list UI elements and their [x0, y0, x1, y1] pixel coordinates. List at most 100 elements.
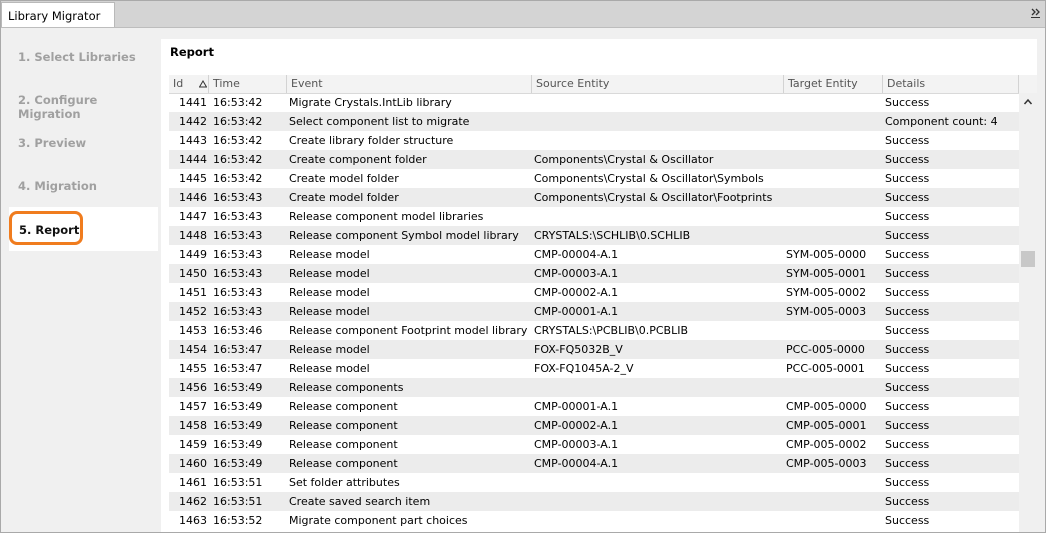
row-source-entity: CRYSTALS:\SCHLIB\0.SCHLIB	[534, 229, 691, 242]
vertical-scrollbar[interactable]	[1019, 93, 1037, 532]
table-row[interactable]: 1453 16:53:46 Release component Footprint …	[169, 321, 1019, 340]
row-target-entity	[786, 131, 882, 150]
row-time: 16:53:42	[213, 134, 263, 147]
row-source-entity: Components\Crystal & Oscillator	[534, 153, 714, 166]
row-id: 1455	[179, 362, 207, 375]
row-target-entity: SYM-005-0001	[786, 267, 867, 280]
row-time: 16:53:49	[213, 438, 263, 451]
row-target-entity: SYM-005-0002	[786, 286, 867, 299]
row-id: 1463	[179, 514, 207, 527]
row-target-entity	[786, 511, 882, 530]
row-source-entity	[534, 473, 782, 492]
row-details: Success	[885, 248, 930, 261]
table-row[interactable]: 1450 16:53:43 Release model CMP-00003-A.1 SY…	[169, 264, 1019, 283]
row-event: Release model	[289, 248, 370, 261]
table-row[interactable]: 1461 16:53:51 Set folder attributes Success	[169, 473, 1019, 492]
step-select-libraries[interactable]: 1. Select Libraries	[10, 39, 158, 75]
row-source-entity: CMP-00004-A.1	[534, 248, 619, 261]
row-details: Success	[885, 153, 930, 166]
row-time: 16:53:43	[213, 286, 263, 299]
row-source-entity: CMP-00001-A.1	[534, 305, 619, 318]
row-time: 16:53:52	[213, 514, 263, 527]
row-event: Create model folder	[289, 191, 399, 204]
table-row[interactable]: 1452 16:53:43 Release model CMP-00001-A.1 SY…	[169, 302, 1019, 321]
row-time: 16:53:49	[213, 381, 263, 394]
row-id: 1460	[179, 457, 207, 470]
row-id: 1459	[179, 438, 207, 451]
row-event: Create model folder	[289, 172, 399, 185]
step-report[interactable]: 5. Report	[9, 211, 83, 245]
column-header-event[interactable]: Event	[287, 75, 532, 93]
row-source-entity: FOX-FQ5032B_V	[534, 343, 623, 356]
row-id: 1444	[179, 153, 207, 166]
row-time: 16:53:43	[213, 191, 263, 204]
row-details: Success	[885, 476, 930, 489]
row-source-entity	[534, 492, 782, 511]
row-source-entity	[534, 131, 782, 150]
row-details: Success	[885, 495, 930, 508]
row-event: Migrate Crystals.IntLib library	[289, 96, 452, 109]
row-details: Success	[885, 381, 930, 394]
column-header-id[interactable]: Id	[169, 75, 209, 93]
row-time: 16:53:43	[213, 229, 263, 242]
row-details: Success	[885, 362, 930, 375]
row-target-entity	[786, 378, 882, 397]
table-row[interactable]: 1455 16:53:47 Release model FOX-FQ1045A-2_V…	[169, 359, 1019, 378]
wizard-steps-sidebar: 1. Select Libraries 2. Configure Migrati…	[2, 29, 158, 531]
double-chevron-right-icon[interactable]	[1031, 7, 1041, 19]
table-row[interactable]: 1441 16:53:42 Migrate Crystals.IntLib libr…	[169, 93, 1019, 112]
table-row[interactable]: 1454 16:53:47 Release model FOX-FQ5032B_V PC…	[169, 340, 1019, 359]
table-row[interactable]: 1463 16:53:52 Migrate component part choic…	[169, 511, 1019, 530]
row-target-entity	[786, 321, 882, 340]
row-time: 16:53:42	[213, 153, 263, 166]
row-source-entity: CMP-00002-A.1	[534, 419, 619, 432]
row-details: Success	[885, 172, 930, 185]
row-source-entity: CMP-00003-A.1	[534, 267, 619, 280]
row-id: 1451	[179, 286, 207, 299]
row-time: 16:53:43	[213, 210, 263, 223]
table-row[interactable]: 1459 16:53:49 Release component CMP-00003-A…	[169, 435, 1019, 454]
table-row[interactable]: 1451 16:53:43 Release model CMP-00002-A.1 SY…	[169, 283, 1019, 302]
column-header-time[interactable]: Time	[209, 75, 287, 93]
row-event: Release component	[289, 438, 398, 451]
page-title: Report	[170, 45, 214, 59]
row-time: 16:53:43	[213, 267, 263, 280]
row-source-entity: CRYSTALS:\PCBLIB\0.PCBLIB	[534, 324, 688, 337]
row-target-entity	[786, 207, 882, 226]
row-time: 16:53:42	[213, 96, 263, 109]
step-preview[interactable]: 3. Preview	[10, 125, 158, 161]
tab-library-migrator[interactable]: Library Migrator	[1, 2, 115, 27]
column-header-target-entity[interactable]: Target Entity	[784, 75, 883, 93]
row-target-entity: CMP-005-0003	[786, 457, 867, 470]
step-migration[interactable]: 4. Migration	[10, 168, 158, 204]
column-header-details[interactable]: Details	[883, 75, 1019, 93]
row-id: 1462	[179, 495, 207, 508]
table-row[interactable]: 1444 16:53:42 Create component folder Compo…	[169, 150, 1019, 169]
row-details: Success	[885, 514, 930, 527]
table-row[interactable]: 1462 16:53:51 Create saved search item Succ…	[169, 492, 1019, 511]
row-event: Create library folder structure	[289, 134, 454, 147]
row-target-entity: CMP-005-0001	[786, 419, 867, 432]
table-row[interactable]: 1447 16:53:43 Release component model libr…	[169, 207, 1019, 226]
table-row[interactable]: 1445 16:53:42 Create model folder Component…	[169, 169, 1019, 188]
row-source-entity: CMP-00002-A.1	[534, 286, 619, 299]
column-header-source-entity[interactable]: Source Entity	[532, 75, 784, 93]
row-time: 16:53:47	[213, 362, 263, 375]
table-row[interactable]: 1448 16:53:43 Release component Symbol mod…	[169, 226, 1019, 245]
table-row[interactable]: 1460 16:53:49 Release component CMP-00004-A…	[169, 454, 1019, 473]
table-row[interactable]: 1443 16:53:42 Create library folder struct…	[169, 131, 1019, 150]
table-row[interactable]: 1446 16:53:43 Create model folder Component…	[169, 188, 1019, 207]
row-details: Success	[885, 324, 930, 337]
scrollbar-thumb[interactable]	[1021, 251, 1035, 267]
table-row[interactable]: 1458 16:53:49 Release component CMP-00002-A…	[169, 416, 1019, 435]
table-row[interactable]: 1457 16:53:49 Release component CMP-00001-A…	[169, 397, 1019, 416]
row-details: Success	[885, 305, 930, 318]
row-event: Create component folder	[289, 153, 427, 166]
step-configure-migration[interactable]: 2. Configure Migration	[10, 82, 158, 121]
table-row[interactable]: 1442 16:53:42 Select component list to mig…	[169, 112, 1019, 131]
table-row[interactable]: 1449 16:53:43 Release model CMP-00004-A.1 SY…	[169, 245, 1019, 264]
table-row[interactable]: 1456 16:53:49 Release components Success	[169, 378, 1019, 397]
row-source-entity	[534, 378, 782, 397]
chevron-up-icon[interactable]	[1019, 93, 1037, 111]
row-event: Create saved search item	[289, 495, 431, 508]
